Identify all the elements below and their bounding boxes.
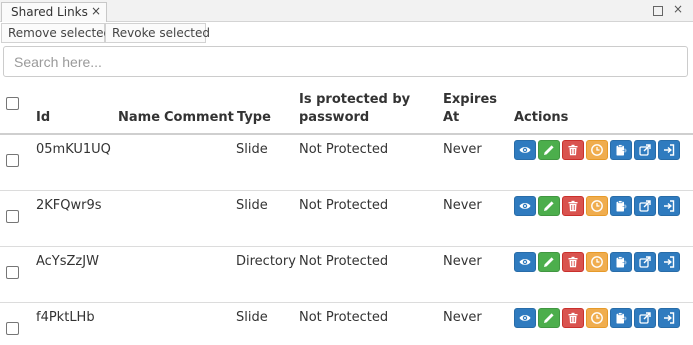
set-expiry-button[interactable]: [586, 140, 608, 160]
open-slide-button[interactable]: [658, 252, 680, 272]
pencil-icon: [543, 312, 555, 324]
clipboard-icon: [615, 256, 627, 268]
row-checkbox[interactable]: [6, 154, 19, 167]
clock-icon: [591, 256, 603, 268]
eye-icon: [519, 144, 531, 156]
cell-expires: Never: [443, 310, 482, 325]
cell-protected: Not Protected: [299, 310, 389, 325]
external-link-icon: [639, 200, 651, 212]
trash-icon: [567, 312, 579, 324]
header-actions: Actions: [514, 110, 569, 125]
cell-id: 2KFQwr9s: [36, 198, 102, 213]
edit-button[interactable]: [538, 140, 560, 160]
clock-icon: [591, 144, 603, 156]
set-expiry-button[interactable]: [586, 308, 608, 328]
header-expires-line1: Expires: [443, 92, 497, 107]
eye-icon: [519, 312, 531, 324]
set-expiry-button[interactable]: [586, 196, 608, 216]
sign-in-icon: [663, 144, 675, 156]
header-divider: [0, 133, 693, 135]
cell-id: 05mKU1UQ: [36, 142, 111, 157]
cell-expires: Never: [443, 142, 482, 157]
delete-button[interactable]: [562, 252, 584, 272]
tab-title: Shared Links: [11, 5, 88, 19]
eye-icon: [519, 200, 531, 212]
edit-button[interactable]: [538, 308, 560, 328]
delete-button[interactable]: [562, 140, 584, 160]
cell-type: Slide: [236, 310, 268, 325]
open-slide-button[interactable]: [658, 140, 680, 160]
pencil-icon: [543, 256, 555, 268]
maximize-icon[interactable]: [653, 6, 663, 16]
header-protected-line1: Is protected by: [299, 92, 411, 107]
set-expiry-button[interactable]: [586, 252, 608, 272]
view-button[interactable]: [514, 140, 536, 160]
select-all-checkbox[interactable]: [6, 97, 19, 110]
clock-icon: [591, 200, 603, 212]
clipboard-icon: [615, 312, 627, 324]
trash-icon: [567, 144, 579, 156]
header-expires-line2: At: [443, 110, 460, 125]
view-button[interactable]: [514, 196, 536, 216]
delete-button[interactable]: [562, 308, 584, 328]
open-slide-button[interactable]: [658, 196, 680, 216]
header-protected-line2: password: [299, 110, 370, 125]
external-link-icon: [639, 256, 651, 268]
row-checkbox[interactable]: [6, 210, 19, 223]
row-divider: [0, 246, 693, 247]
pencil-icon: [543, 200, 555, 212]
copy-link-button[interactable]: [610, 308, 632, 328]
view-button[interactable]: [514, 308, 536, 328]
sign-in-icon: [663, 256, 675, 268]
trash-icon: [567, 200, 579, 212]
eye-icon: [519, 256, 531, 268]
open-slide-button[interactable]: [658, 308, 680, 328]
cell-id: f4PktLHb: [36, 310, 95, 325]
header-comment: Comment: [164, 110, 234, 125]
cell-type: Directory: [236, 254, 296, 269]
clock-icon: [591, 312, 603, 324]
copy-link-button[interactable]: [610, 252, 632, 272]
cell-protected: Not Protected: [299, 254, 389, 269]
tab-close-icon[interactable]: ×: [91, 4, 101, 18]
cell-protected: Not Protected: [299, 198, 389, 213]
tab-bar: Shared Links × ×: [0, 0, 693, 22]
cell-expires: Never: [443, 198, 482, 213]
edit-button[interactable]: [538, 252, 560, 272]
external-link-icon: [639, 144, 651, 156]
clipboard-icon: [615, 144, 627, 156]
edit-button[interactable]: [538, 196, 560, 216]
copy-link-button[interactable]: [610, 140, 632, 160]
clipboard-icon: [615, 200, 627, 212]
header-id: Id: [36, 110, 51, 125]
open-link-button[interactable]: [634, 140, 656, 160]
open-link-button[interactable]: [634, 252, 656, 272]
revoke-selected-button[interactable]: Revoke selected: [105, 23, 210, 43]
header-type: Type: [237, 110, 271, 125]
cell-type: Slide: [236, 142, 268, 157]
header-name: Name: [118, 110, 161, 125]
row-divider: [0, 302, 693, 303]
cell-expires: Never: [443, 254, 482, 269]
window-close-icon[interactable]: ×: [673, 2, 683, 16]
pencil-icon: [543, 144, 555, 156]
cell-id: AcYsZzJW: [36, 254, 99, 269]
cell-protected: Not Protected: [299, 142, 389, 157]
remove-selected-button[interactable]: Remove selected: [1, 23, 111, 43]
sign-in-icon: [663, 312, 675, 324]
copy-link-button[interactable]: [610, 196, 632, 216]
cell-type: Slide: [236, 198, 268, 213]
sign-in-icon: [663, 200, 675, 212]
row-checkbox[interactable]: [6, 322, 19, 335]
open-link-button[interactable]: [634, 196, 656, 216]
row-divider: [0, 190, 693, 191]
delete-button[interactable]: [562, 196, 584, 216]
search-input[interactable]: [3, 46, 688, 77]
tab-shared-links[interactable]: Shared Links ×: [1, 2, 107, 22]
view-button[interactable]: [514, 252, 536, 272]
trash-icon: [567, 256, 579, 268]
row-checkbox[interactable]: [6, 266, 19, 279]
open-link-button[interactable]: [634, 308, 656, 328]
external-link-icon: [639, 312, 651, 324]
